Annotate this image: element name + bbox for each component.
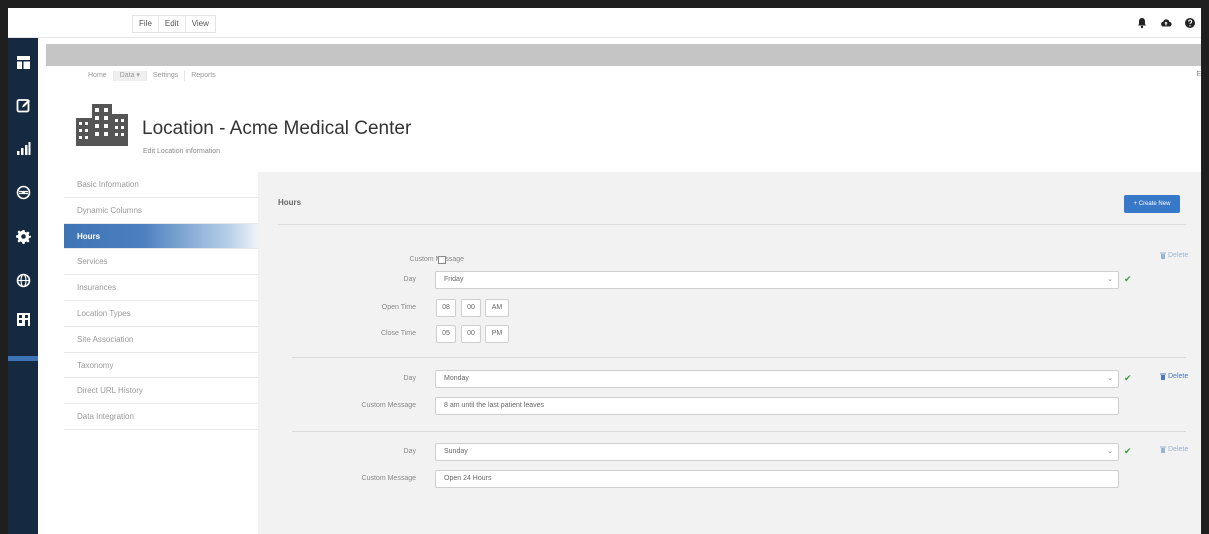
section-nav: Basic Information Dynamic Columns Hours … — [64, 172, 258, 430]
chevron-down-icon: ⌄ — [1107, 276, 1113, 283]
panel-title: Hours — [278, 198, 302, 207]
edit-icon[interactable] — [8, 91, 38, 119]
nav-insurances[interactable]: Insurances — [64, 275, 258, 301]
day-label: Day — [403, 375, 416, 382]
gear-icon[interactable] — [8, 222, 38, 250]
custom-message-checkbox[interactable] — [438, 256, 446, 264]
nav-taxonomy[interactable]: Taxonomy — [64, 352, 258, 379]
subnav-data-dropdown[interactable]: Data ▾ — [113, 71, 147, 81]
menu-edit[interactable]: Edit — [157, 15, 185, 33]
custom-message-label: Custom Message — [409, 256, 464, 263]
check-icon: ✔ — [1124, 446, 1132, 456]
chevron-down-icon: ⌄ — [1107, 375, 1113, 382]
check-icon: ✔ — [1124, 373, 1132, 383]
nav-location-types[interactable]: Location Types — [64, 300, 258, 327]
open-time-label: Open Time — [381, 304, 416, 311]
bar-chart-icon[interactable] — [8, 134, 38, 162]
bell-icon[interactable] — [1135, 16, 1149, 30]
open-ampm-toggle[interactable]: AM — [485, 299, 509, 317]
custom-message-input[interactable]: 8 am until the last patient leaves — [435, 397, 1119, 415]
day-select-value: Sunday — [444, 448, 468, 455]
trash-icon — [1160, 252, 1166, 259]
delete-label: Delete — [1168, 373, 1189, 380]
delete-button[interactable]: Delete — [1160, 252, 1188, 259]
close-hour-input[interactable]: 05 — [436, 325, 456, 343]
top-icons — [1135, 16, 1197, 30]
left-rail — [8, 38, 38, 534]
dashboard-icon[interactable] — [8, 48, 38, 76]
app-window: File Edit View Home Data ▾ Settings Repo… — [8, 8, 1201, 534]
custom-message-input[interactable]: Open 24 Hours — [435, 470, 1119, 488]
divider — [292, 357, 1186, 358]
open-hour-input[interactable]: 08 — [436, 299, 456, 317]
menu-group: File Edit View — [132, 15, 216, 33]
day-select[interactable]: Friday ⌄ — [435, 271, 1119, 289]
subnav-reports[interactable]: Reports — [185, 71, 222, 81]
day-select-value: Friday — [444, 276, 464, 283]
trash-icon — [1160, 373, 1166, 380]
menu-file[interactable]: File — [132, 15, 158, 33]
subnav-home[interactable]: Home — [82, 71, 114, 81]
day-select[interactable]: Sunday ⌄ — [435, 443, 1119, 461]
close-ampm-toggle[interactable]: PM — [485, 325, 509, 343]
chevron-down-icon: ⌄ — [1107, 448, 1113, 455]
close-minute-input[interactable]: 00 — [461, 325, 481, 343]
open-minute-input[interactable]: 00 — [461, 299, 481, 317]
cloud-upload-icon[interactable] — [1159, 16, 1173, 30]
day-label: Day — [403, 276, 416, 283]
subnav-end-marker: E — [1196, 71, 1201, 78]
check-icon: ✔ — [1124, 274, 1132, 284]
nav-direct-url-history[interactable]: Direct URL History — [64, 378, 258, 405]
day-select-value: Monday — [444, 375, 469, 382]
custom-message-label: Custom Message — [361, 475, 416, 482]
globe-icon[interactable] — [8, 266, 38, 294]
menubar: File Edit View — [8, 8, 1201, 38]
nav-services[interactable]: Services — [64, 249, 258, 276]
day-label: Day — [403, 448, 416, 455]
subnav-settings[interactable]: Settings — [147, 71, 186, 81]
delete-label: Delete — [1168, 252, 1189, 259]
rail-accent — [8, 356, 38, 361]
menu-view[interactable]: View — [184, 15, 216, 33]
day-select[interactable]: Monday ⌄ — [435, 370, 1119, 388]
custom-message-label: Custom Message — [361, 402, 416, 409]
page-subtitle: Edit Location information — [143, 148, 221, 155]
divider — [292, 431, 1186, 432]
header-strip — [46, 44, 1201, 66]
delete-button[interactable]: Delete — [1160, 373, 1188, 380]
network-icon[interactable] — [8, 178, 38, 206]
nav-data-integration[interactable]: Data Integration — [64, 404, 258, 430]
create-new-button[interactable]: + Create New — [1124, 195, 1180, 213]
page-title: Location - Acme Medical Center — [142, 118, 412, 139]
trash-icon — [1160, 446, 1166, 453]
divider — [278, 224, 1186, 225]
city-buildings-icon — [74, 102, 130, 146]
close-time-label: Close Time — [380, 330, 416, 337]
delete-label: Delete — [1168, 446, 1189, 453]
subnav: Home Data ▾ Settings Reports — [82, 71, 222, 81]
nav-dynamic-columns[interactable]: Dynamic Columns — [64, 197, 258, 224]
nav-site-association[interactable]: Site Association — [64, 326, 258, 353]
nav-basic-information[interactable]: Basic Information — [64, 172, 258, 198]
delete-button[interactable]: Delete — [1160, 446, 1188, 453]
building-icon[interactable] — [8, 305, 38, 333]
help-icon[interactable] — [1183, 16, 1197, 30]
nav-hours[interactable]: Hours — [64, 223, 258, 250]
hours-panel: Hours + Create New Custom Message Delete… — [258, 172, 1201, 534]
